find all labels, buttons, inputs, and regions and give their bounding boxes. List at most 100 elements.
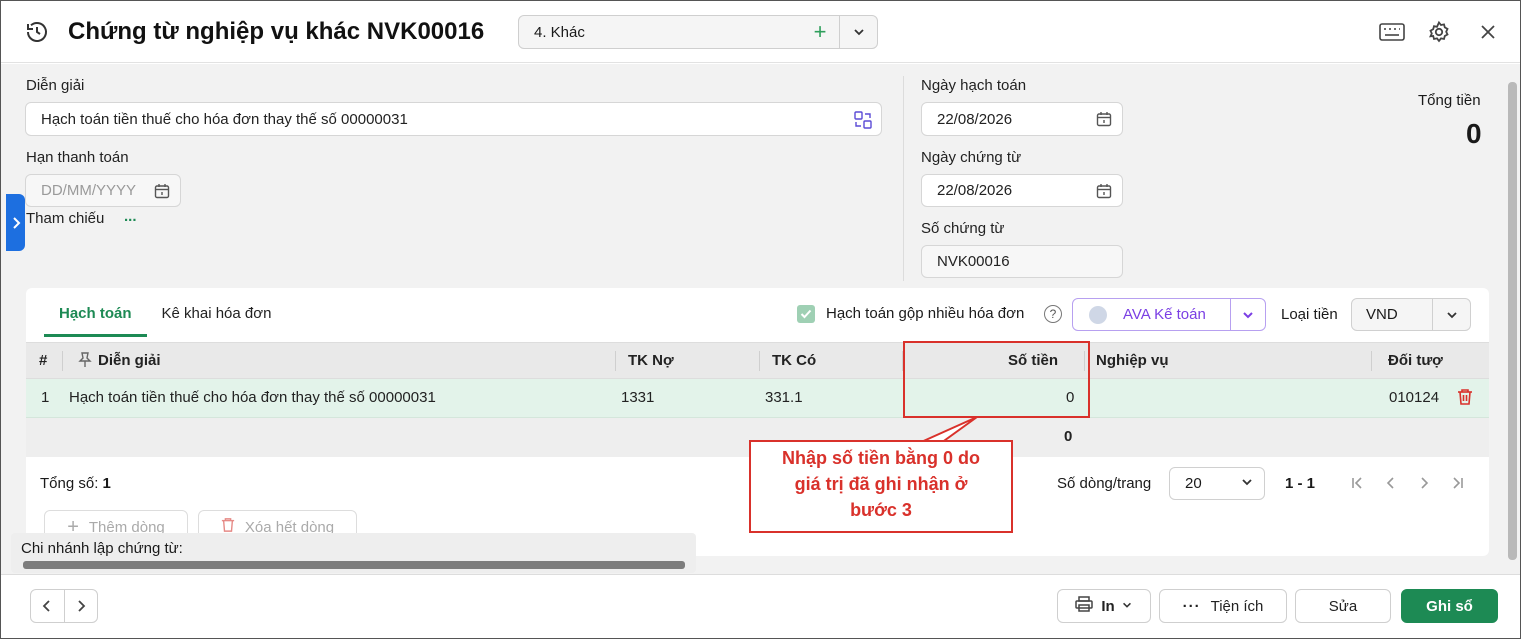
- gear-icon[interactable]: [1424, 17, 1454, 47]
- currency-value: VND: [1366, 306, 1398, 323]
- cell-doi-tuong[interactable]: 010124: [1389, 389, 1439, 406]
- first-page-icon[interactable]: [1350, 475, 1366, 495]
- branch-label: Chi nhánh lập chứng từ:: [21, 540, 183, 557]
- tham-chieu-more-link[interactable]: ...: [124, 208, 137, 225]
- sum-so-tien: 0: [1064, 428, 1073, 445]
- prev-record-button[interactable]: [31, 590, 65, 622]
- vertical-scrollbar[interactable]: [1504, 64, 1520, 574]
- prev-page-icon[interactable]: [1383, 475, 1399, 495]
- tham-chieu-label: Tham chiếu: [26, 210, 105, 227]
- divider: [903, 76, 904, 281]
- post-label: Ghi sổ: [1426, 597, 1473, 615]
- col-separator: [62, 351, 63, 371]
- col-separator: [1371, 351, 1372, 371]
- rows-per-page-select[interactable]: 20: [1169, 467, 1265, 500]
- add-icon[interactable]: +: [801, 16, 839, 48]
- voucher-type-value: 4. Khác: [534, 23, 585, 41]
- utility-label: Tiện ích: [1210, 597, 1264, 615]
- callout-line-3: bước 3: [850, 500, 912, 520]
- chevron-right-icon: [78, 600, 86, 612]
- ava-label: AVA Kế toán: [1123, 306, 1206, 323]
- page-title: Chứng từ nghiệp vụ khác NVK00016: [68, 18, 485, 45]
- cell-tk-no[interactable]: 1331: [621, 389, 654, 406]
- horizontal-scrollbar[interactable]: [23, 561, 685, 569]
- calendar-icon[interactable]: [154, 183, 170, 203]
- scrollbar-thumb[interactable]: [1508, 82, 1517, 560]
- ngay-chung-tu-value: 22/08/2026: [937, 182, 1013, 199]
- table-header: # Diễn giải TK Nợ TK Có Số tiền Nghiệp v…: [26, 342, 1489, 379]
- footer: In ··· Tiện ích Sửa Ghi sổ: [1, 574, 1520, 638]
- record-nav: [30, 589, 98, 623]
- chevron-down-icon: [1121, 598, 1133, 615]
- keyboard-icon[interactable]: [1377, 17, 1407, 47]
- cell-tk-co[interactable]: 331.1: [765, 389, 803, 406]
- chevron-down-icon[interactable]: [1230, 299, 1265, 330]
- rows-per-page-value: 20: [1185, 475, 1202, 492]
- callout-line-1: Nhập số tiền bằng 0 do: [781, 448, 980, 468]
- tong-so-value: 1: [102, 475, 111, 492]
- translate-icon[interactable]: [853, 110, 873, 134]
- expand-panel-button[interactable]: [6, 194, 25, 251]
- next-record-button[interactable]: [65, 590, 98, 622]
- edit-label: Sửa: [1328, 597, 1358, 615]
- loai-tien-label: Loại tiền: [1281, 306, 1338, 323]
- tab-ke-khai-hoa-don[interactable]: Kê khai hóa đơn: [147, 301, 287, 337]
- col-separator: [615, 351, 616, 371]
- han-thanh-toan-placeholder: DD/MM/YYYY: [41, 182, 137, 199]
- table-row[interactable]: 1 Hạch toán tiền thuế cho hóa đơn thay t…: [26, 379, 1489, 418]
- han-thanh-toan-input[interactable]: DD/MM/YYYY: [25, 174, 181, 207]
- tong-so-label: Tổng số:: [40, 475, 99, 492]
- header: Chứng từ nghiệp vụ khác NVK00016 4. Khác…: [1, 1, 1520, 63]
- annotation-callout: Nhập số tiền bằng 0 do giá trị đã ghi nh…: [749, 440, 1013, 533]
- chevron-down-icon[interactable]: [1432, 299, 1470, 330]
- tong-tien-label: Tổng tiền: [1418, 92, 1481, 109]
- cell-dien-giai[interactable]: Hạch toán tiền thuế cho hóa đơn thay thế…: [69, 389, 436, 406]
- so-chung-tu-label: Số chứng từ: [921, 220, 1005, 237]
- han-thanh-toan-label: Hạn thanh toán: [26, 149, 129, 166]
- more-icon: ···: [1182, 597, 1201, 615]
- tong-so: Tổng số: 1: [40, 475, 111, 492]
- print-label: In: [1101, 597, 1115, 615]
- rows-per-page-label: Số dòng/trang: [1057, 475, 1152, 492]
- utility-button[interactable]: ··· Tiện ích: [1159, 589, 1287, 623]
- gop-label: Hạch toán gộp nhiều hóa đơn: [826, 305, 1025, 322]
- last-page-icon[interactable]: [1449, 475, 1465, 495]
- ava-avatar-icon: [1089, 305, 1107, 324]
- highlight-box: [903, 341, 1090, 418]
- chevron-right-icon: [12, 216, 20, 229]
- help-icon[interactable]: ?: [1044, 305, 1062, 323]
- so-chung-tu-input[interactable]: NVK00016: [921, 245, 1123, 278]
- detail-tabs: Hạch toán Kê khai hóa đơn: [44, 301, 286, 337]
- calendar-icon[interactable]: [1096, 183, 1112, 203]
- branch-bar: Chi nhánh lập chứng từ:: [11, 533, 696, 573]
- close-icon[interactable]: [1473, 17, 1503, 47]
- print-button[interactable]: In: [1057, 589, 1151, 623]
- col-nghiep-vu: Nghiệp vụ: [1096, 352, 1169, 369]
- edit-button[interactable]: Sửa: [1295, 589, 1391, 623]
- currency-select[interactable]: VND: [1351, 298, 1471, 331]
- post-button[interactable]: Ghi sổ: [1401, 589, 1498, 623]
- col-dien-giai: Diễn giải: [98, 352, 161, 369]
- ava-ke-toan-button[interactable]: AVA Kế toán: [1072, 298, 1266, 331]
- trash-icon[interactable]: [1457, 388, 1473, 410]
- pin-icon[interactable]: [78, 352, 92, 372]
- ngay-hach-toan-input[interactable]: 22/08/2026: [921, 102, 1123, 136]
- col-separator: [759, 351, 760, 371]
- check-icon: [800, 309, 812, 319]
- calendar-icon[interactable]: [1096, 111, 1112, 131]
- window: Chứng từ nghiệp vụ khác NVK00016 4. Khác…: [0, 0, 1521, 639]
- ngay-chung-tu-input[interactable]: 22/08/2026: [921, 174, 1123, 207]
- chevron-down-icon: [1240, 475, 1254, 493]
- voucher-type-select[interactable]: 4. Khác +: [518, 15, 878, 49]
- printer-icon: [1075, 596, 1094, 616]
- history-icon[interactable]: [22, 17, 52, 47]
- ngay-hach-toan-value: 22/08/2026: [937, 110, 1013, 128]
- ngay-chung-tu-label: Ngày chứng từ: [921, 149, 1022, 166]
- dien-giai-input[interactable]: Hạch toán tiền thuế cho hóa đơn thay thế…: [25, 102, 882, 136]
- next-page-icon[interactable]: [1416, 475, 1432, 495]
- dien-giai-label: Diễn giải: [26, 77, 85, 94]
- gop-checkbox[interactable]: [797, 305, 815, 323]
- chevron-down-icon[interactable]: [839, 16, 877, 48]
- cell-no: 1: [41, 389, 50, 406]
- tab-hach-toan[interactable]: Hạch toán: [44, 301, 147, 337]
